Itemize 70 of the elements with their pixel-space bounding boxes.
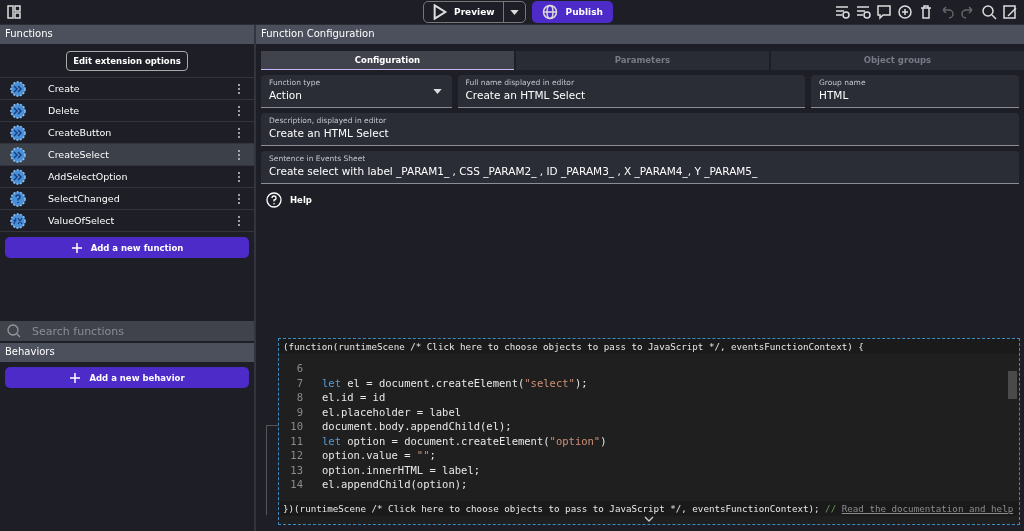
edit-options-button[interactable]: Edit extension options: [66, 51, 188, 71]
line-number: 13: [289, 463, 303, 478]
undo-icon[interactable]: [939, 4, 955, 20]
field-value: Create an HTML Select: [465, 89, 586, 101]
layout-icon[interactable]: [6, 4, 22, 20]
line-number: 12: [289, 449, 303, 463]
code-line: })(runtimeScene /* Click here to choose objects to pass to JavaScript */, eventsFunctionContext);: [283, 503, 820, 514]
line-number: 7: [295, 376, 303, 391]
code-line: let option = document.createElement("option"): [322, 434, 607, 449]
add-list-icon[interactable]: [834, 4, 850, 20]
add-icon[interactable]: [897, 4, 913, 20]
trash-icon[interactable]: [918, 4, 934, 20]
function-item[interactable]: SelectChanged: [0, 188, 254, 210]
globe-icon: [541, 4, 558, 20]
help-icon[interactable]: [266, 192, 282, 208]
code-comment: //: [825, 503, 837, 514]
expand-icon[interactable]: [644, 516, 654, 522]
gear-chevrons-icon: [10, 80, 26, 97]
line-number: 9: [295, 405, 303, 420]
gear-question-icon: [10, 190, 26, 207]
gear-chevrons-icon: [10, 102, 26, 119]
help-link[interactable]: Help: [290, 195, 312, 205]
line-number: 14: [289, 478, 303, 492]
field-value: HTML: [819, 89, 849, 101]
redo-icon[interactable]: [960, 4, 976, 20]
documentation-link[interactable]: Read the documentation and help: [841, 503, 1014, 514]
line-number: 6: [295, 362, 303, 376]
plus-icon: [70, 241, 83, 254]
function-item[interactable]: AddSelectOption: [0, 166, 254, 188]
scrollbar[interactable]: [1008, 371, 1017, 399]
publish-button[interactable]: Publish: [531, 1, 613, 23]
line-number: 11: [289, 434, 303, 449]
line-number: 10: [289, 420, 303, 434]
gear-chevrons-icon: [10, 146, 26, 163]
plus-icon: [69, 371, 82, 384]
add-list-icon[interactable]: [855, 4, 871, 20]
function-item[interactable]: Delete: [0, 100, 254, 122]
panel-title: Function Configuration: [256, 25, 1024, 44]
comment-icon[interactable]: [876, 4, 892, 20]
field-value: Create an HTML Select: [269, 127, 389, 139]
search-field[interactable]: Search functions: [0, 321, 254, 341]
panel-title: Functions: [0, 25, 254, 44]
code-line: el.appendChild(option);: [322, 478, 468, 492]
code-line: let el = document.createElement("select");: [322, 376, 588, 391]
gear-chevrons-icon: [10, 168, 26, 185]
play-icon: [432, 4, 449, 20]
panel-title: Behaviors: [0, 343, 254, 362]
function-item[interactable]: CreateSelect: [0, 144, 254, 166]
caret-icon: [509, 9, 519, 15]
code-editor[interactable]: [278, 338, 1020, 525]
gear-function-icon: [10, 212, 26, 229]
field-value: Create select with label _PARAM1_ , CSS _PARAM2_ , ID _PARAM3_ , X _PARAM4_, Y _PARAM5_: [269, 165, 758, 177]
code-line: document.body.appendChild(el);: [322, 420, 512, 434]
field-value: Action: [269, 89, 302, 101]
edit-icon[interactable]: [1002, 4, 1018, 20]
line-number: 8: [295, 391, 303, 405]
search-icon[interactable]: [981, 4, 997, 20]
tab[interactable]: Configuration: [261, 51, 514, 70]
code-line: el.id = id: [322, 391, 386, 405]
search-icon: [6, 323, 22, 339]
code-line: option.value = "";: [322, 449, 436, 463]
function-item[interactable]: ValueOfSelect: [0, 210, 254, 232]
add-function-button[interactable]: Add a new function: [5, 237, 249, 258]
search-input[interactable]: Search functions: [30, 323, 248, 339]
gear-chevrons-icon: [10, 124, 26, 141]
caret-icon: [432, 89, 442, 94]
code-line: el.placeholder = label: [322, 405, 462, 420]
code-line: option.innerHTML = label;: [322, 463, 481, 478]
add-behavior-button[interactable]: Add a new behavior: [5, 367, 249, 388]
function-item[interactable]: Create: [0, 78, 254, 100]
